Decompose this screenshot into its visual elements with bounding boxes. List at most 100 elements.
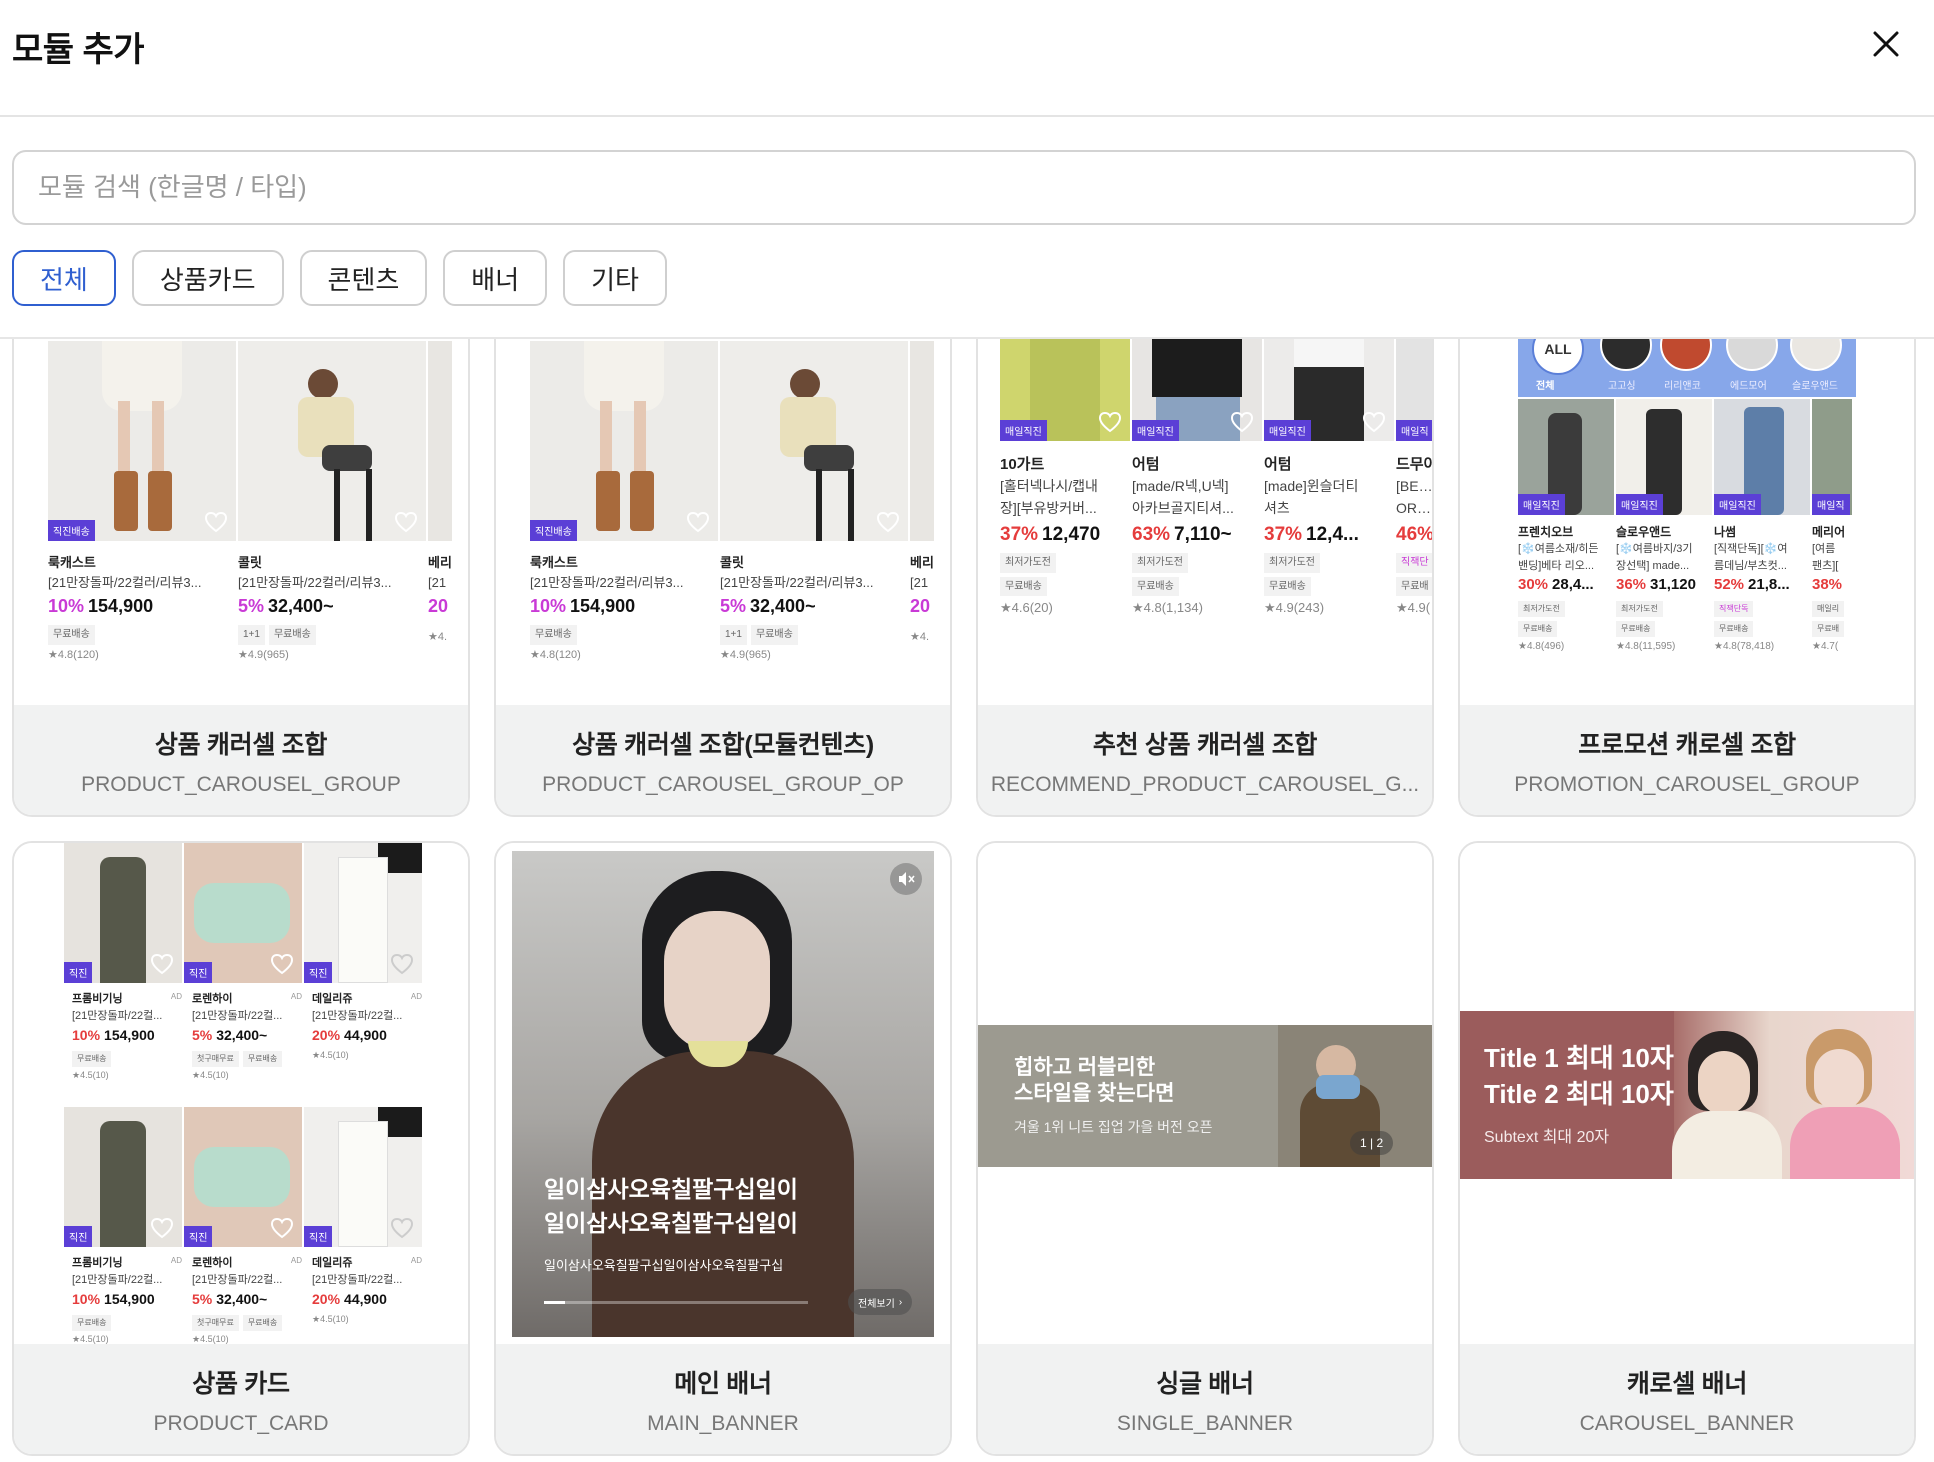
module-grid: 직진배송 룩캐스트 [21만장돌파/22컬러/리뷰3... 10% 154,90… <box>12 339 1916 1456</box>
product-image: 매일직진 <box>1132 339 1262 441</box>
close-icon[interactable] <box>1864 22 1908 66</box>
module-label: 캐로셀 배너 CAROUSEL_BANNER <box>1460 1344 1914 1454</box>
product-image <box>238 341 426 541</box>
product-image <box>910 341 934 541</box>
product-tag: 직진 <box>184 962 213 983</box>
module-name: 상품 카드 <box>192 1370 290 1398</box>
heart-icon[interactable] <box>204 511 228 533</box>
product-info: 프롬비기닝 AD [21만장돌파/22컬... 10% 154,900 무료배송 … <box>72 1256 182 1345</box>
product-image: 직진 <box>64 1107 182 1247</box>
product-info: 10가트 [홀터넥나시/캡내 장][부유방커버... 37% 12,470 최저가… <box>1000 456 1101 616</box>
product-image: 직진배송 <box>530 341 718 541</box>
product-tag: 직진 <box>184 1226 213 1247</box>
filter-chip-etc[interactable]: 기타 <box>563 250 667 306</box>
main-banner-image: 일이삼사오육칠팔구십일이 일이삼사오육칠팔구십일이 일이삼사오육칠팔구십일이삼사… <box>512 851 934 1337</box>
filter-chip-product-card[interactable]: 상품카드 <box>131 250 284 306</box>
filter-chip-content[interactable]: 콘텐츠 <box>299 250 428 306</box>
heart-icon[interactable] <box>686 511 710 533</box>
filter-chip-banner[interactable]: 배너 <box>443 250 548 306</box>
module-search-input[interactable] <box>12 150 1916 225</box>
single-banner-image: 힙하고 러블리한 스타일을 찾는다면 겨울 1위 니트 집업 가을 버전 오픈 … <box>978 1025 1432 1167</box>
story-circle-all[interactable]: ALL <box>1532 339 1584 375</box>
heart-icon[interactable] <box>876 511 900 533</box>
product-tag: 직진배송 <box>530 520 577 541</box>
module-type: PROMOTION_CAROUSEL_GROUP <box>1514 773 1860 796</box>
heart-icon[interactable] <box>1230 411 1254 433</box>
modal-header: 모듈 추가 <box>0 0 1934 117</box>
story-bar: ALL 전체 고고싱 리리앤코 에드모어 슬로우앤드 <box>1518 339 1856 397</box>
product-info: 어텀 [made]윈슬더티 셔츠 37% 12,4... 최저가도전 무료배송 ★… <box>1264 456 1359 616</box>
module-list-scroll-area[interactable]: 직진배송 룩캐스트 [21만장돌파/22컬러/리뷰3... 10% 154,90… <box>0 339 1934 1462</box>
product-image: 직진 <box>184 843 302 983</box>
main-banner-title-2: 일이삼사오육칠팔구십일이 <box>544 1210 798 1236</box>
module-label: 상품 캐러셀 조합 PRODUCT_CAROUSEL_GROUP <box>14 705 468 815</box>
module-preview: 일이삼사오육칠팔구십일이 일이삼사오육칠팔구십일이 일이삼사오육칠팔구십일이삼사… <box>496 843 950 1348</box>
heart-icon[interactable] <box>390 1217 414 1239</box>
main-banner-subtext: 일이삼사오육칠팔구십일이삼사오육칠팔구십 <box>544 1258 784 1273</box>
module-card-promotion-carousel-group[interactable]: ALL 전체 고고싱 리리앤코 에드모어 슬로우앤드 매일직진 매일직진 매일직… <box>1458 339 1916 817</box>
product-tag: 매일직진 <box>1264 420 1311 441</box>
product-image <box>428 341 452 541</box>
carousel-banner-image: Title 1 최대 10자 Title 2 최대 10자 Subtext 최대… <box>1460 1011 1914 1179</box>
heart-icon[interactable] <box>390 953 414 975</box>
module-card-carousel-banner[interactable]: Title 1 최대 10자 Title 2 최대 10자 Subtext 최대… <box>1458 841 1916 1456</box>
product-info: 콜릿 [21만장돌파/22컬러/리뷰3... 5% 32,400~ 1+1 무료배송… <box>238 555 392 661</box>
product-tag: 직진 <box>304 962 333 983</box>
story-circle[interactable] <box>1600 339 1652 371</box>
module-type: PRODUCT_CAROUSEL_GROUP_OP <box>542 773 904 796</box>
product-image: 매일직진 <box>1000 339 1130 441</box>
product-info: 프롬비기닝 AD [21만장돌파/22컬... 10% 154,900 무료배송 … <box>72 992 182 1081</box>
module-name: 상품 캐러셀 조합(모듈컨텐츠) <box>572 731 874 759</box>
module-preview: 매일직진 매일직진 매일직진 매일직 10가트 [홀터넥나시/캡내 장][부유방… <box>978 339 1432 709</box>
product-image: 매일직진 <box>1714 399 1810 515</box>
module-card-product-card[interactable]: 직진 직진 직진 프롬비기닝 AD [21만장돌파/22컬... 10% 154… <box>12 841 470 1456</box>
heart-icon[interactable] <box>394 511 418 533</box>
mute-icon[interactable] <box>890 863 922 895</box>
view-all-button[interactable]: 전체보기 › <box>848 1289 913 1315</box>
product-tag: 매일직진 <box>1000 420 1047 441</box>
product-tag: 직진 <box>64 1226 93 1247</box>
module-card-product-carousel-group-op[interactable]: 직진배송 룩캐스트 [21만장돌파/22컬러/리뷰3... 10% 154,90… <box>494 339 952 817</box>
product-info: 데일리쥬 AD [21만장돌파/22컬... 20% 44,900 ★4.5(10… <box>312 1256 422 1324</box>
main-banner-title-1: 일이삼사오육칠팔구십일이 <box>544 1176 798 1202</box>
heart-icon[interactable] <box>270 1217 294 1239</box>
module-preview: 직진배송 룩캐스트 [21만장돌파/22컬러/리뷰3... 10% 154,90… <box>496 339 950 709</box>
story-circle[interactable] <box>1790 339 1842 371</box>
module-card-product-carousel-group[interactable]: 직진배송 룩캐스트 [21만장돌파/22컬러/리뷰3... 10% 154,90… <box>12 339 470 817</box>
heart-icon[interactable] <box>150 953 174 975</box>
module-card-recommend-product-carousel-group[interactable]: 매일직진 매일직진 매일직진 매일직 10가트 [홀터넥나시/캡내 장][부유방… <box>976 339 1434 817</box>
module-preview: Title 1 최대 10자 Title 2 최대 10자 Subtext 최대… <box>1460 843 1914 1348</box>
module-label: 싱글 배너 SINGLE_BANNER <box>978 1344 1432 1454</box>
filter-chip-all[interactable]: 전체 <box>12 250 116 306</box>
heart-icon[interactable] <box>270 953 294 975</box>
story-label: 고고싱 <box>1608 381 1636 392</box>
product-info: 어텀 [made/R넥,U넥] 아카브골지티셔... 63% 7,110~ 최저가… <box>1132 456 1234 616</box>
product-info: 나썸 [직잭단독][❄️여 름데님/부츠컷... 52% 21,8... 직잭단독… <box>1714 525 1790 652</box>
product-info: 베리 [21 20 ★4. <box>910 555 934 644</box>
module-name: 추천 상품 캐러셀 조합 <box>1092 731 1318 759</box>
module-type: RECOMMEND_PRODUCT_CAROUSEL_G... <box>990 773 1420 796</box>
product-image: 직진 <box>304 1107 422 1247</box>
module-preview: ALL 전체 고고싱 리리앤코 에드모어 슬로우앤드 매일직진 매일직진 매일직… <box>1460 339 1914 709</box>
product-image: 직진 <box>304 843 422 983</box>
product-image: 직진배송 <box>48 341 236 541</box>
module-type: MAIN_BANNER <box>647 1412 799 1435</box>
product-tag: 직진 <box>304 1226 333 1247</box>
heart-icon[interactable] <box>150 1217 174 1239</box>
module-preview: 직진배송 룩캐스트 [21만장돌파/22컬러/리뷰3... 10% 154,90… <box>14 339 468 709</box>
single-banner-title-1: 힙하고 러블리한 <box>1014 1056 1156 1079</box>
product-image: 매일직진 <box>1616 399 1712 515</box>
module-type: PRODUCT_CAROUSEL_GROUP <box>81 773 401 796</box>
module-card-single-banner[interactable]: 힙하고 러블리한 스타일을 찾는다면 겨울 1위 니트 집업 가을 버전 오픈 … <box>976 841 1434 1456</box>
single-banner-pager: 1 | 2 <box>1350 1131 1394 1155</box>
story-circle[interactable] <box>1660 339 1712 371</box>
heart-icon[interactable] <box>1362 411 1386 433</box>
module-card-main-banner[interactable]: 일이삼사오육칠팔구십일이 일이삼사오육칠팔구십일이 일이삼사오육칠팔구십일이삼사… <box>494 841 952 1456</box>
story-label: 전체 <box>1536 381 1555 392</box>
story-circle[interactable] <box>1726 339 1778 371</box>
product-tag: 직진 <box>64 962 93 983</box>
category-filter-bar: 전체 상품카드 콘텐츠 배너 기타 <box>12 250 667 306</box>
module-name: 메인 배너 <box>674 1370 772 1398</box>
product-info: 프렌치오브 [❄️여름소재/히든 밴딩]베타 리오... 30% 28,4... … <box>1518 525 1599 652</box>
heart-icon[interactable] <box>1098 411 1122 433</box>
